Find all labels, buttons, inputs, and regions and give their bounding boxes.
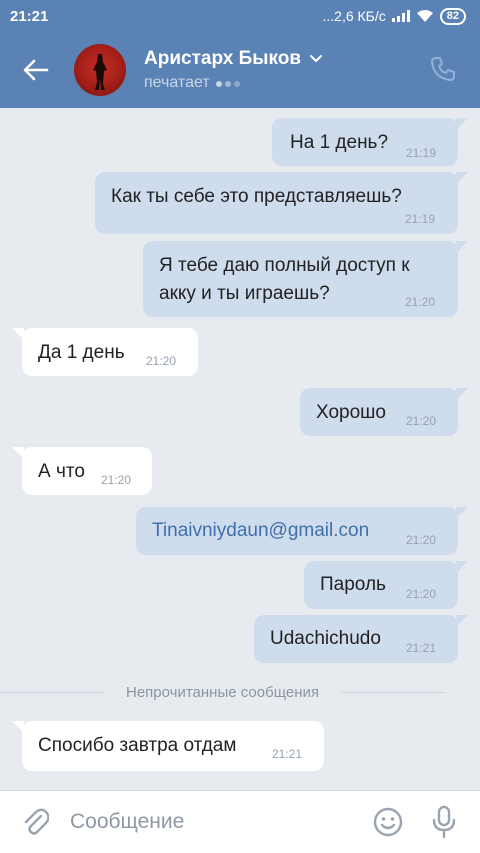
message-outgoing[interactable]: Я тебе даю полный доступ к акку и ты игр… [143, 241, 468, 317]
contact-name: Аристарх Быков [144, 48, 302, 69]
paperclip-icon [24, 808, 49, 835]
message-time: 21:20 [405, 295, 436, 309]
unread-divider: Непрочитанные сообщения [0, 680, 480, 704]
message-text-line2: акку и ты играешь? [159, 283, 330, 304]
avatar-figure-icon [93, 54, 107, 90]
typing-dots-icon [215, 74, 243, 92]
message-time: 21:20 [406, 587, 437, 601]
avatar[interactable] [74, 44, 126, 96]
divider-line [341, 691, 445, 693]
message-incoming[interactable]: Да 1 день 21:20 [12, 328, 198, 376]
back-button[interactable] [0, 32, 72, 108]
message-time: 21:20 [406, 414, 437, 428]
message-text: Спосибо завтра отдам [38, 735, 237, 756]
message-incoming[interactable]: А что 21:20 [12, 447, 152, 495]
message-text: А что [38, 461, 85, 482]
message-outgoing[interactable]: Как ты себе это представляешь? 21:19 [95, 172, 468, 234]
message-text: Хорошо [316, 402, 386, 423]
divider-line [0, 691, 104, 693]
message-time: 21:19 [405, 212, 436, 226]
message-time: 21:20 [101, 473, 132, 487]
message-time: 21:21 [272, 747, 303, 761]
message-time: 21:20 [146, 354, 177, 368]
chevron-down-icon [310, 55, 323, 63]
unread-divider-label: Непрочитанные сообщения [126, 683, 319, 701]
message-outgoing[interactable]: Хорошо 21:20 [300, 388, 468, 436]
emoji-button[interactable] [360, 791, 416, 853]
message-text: Udachichudo [270, 628, 381, 649]
message-text-line1: Я тебе даю полный доступ к [159, 255, 410, 276]
status-bar: 21:21 ...2,6 КБ/с 82 [0, 0, 480, 32]
message-time: 21:20 [406, 533, 437, 547]
message-input[interactable] [70, 810, 360, 834]
battery-icon: 82 [439, 7, 466, 25]
voice-button[interactable] [416, 791, 472, 853]
chat-header: Аристарх Быков печатает [0, 32, 480, 108]
message-text: Как ты себе это представляешь? [111, 186, 402, 207]
attach-button[interactable] [0, 791, 70, 853]
back-arrow-icon [23, 59, 49, 81]
message-time: 21:19 [406, 146, 437, 160]
email-link[interactable]: Tinaivniydaun@gmail.con [152, 520, 369, 542]
signal-icon [391, 10, 410, 22]
message-text: Да 1 день [38, 342, 125, 363]
message-incoming[interactable]: Спосибо завтра отдам 21:21 [12, 721, 324, 771]
microphone-icon [432, 805, 456, 839]
smile-icon [373, 807, 403, 837]
typing-status: печатает [144, 74, 323, 92]
contact-info[interactable]: Аристарх Быков печатает [144, 48, 323, 92]
wifi-icon [416, 9, 434, 23]
contact-name-row[interactable]: Аристарх Быков [144, 48, 323, 70]
call-button[interactable] [428, 54, 458, 84]
message-outgoing[interactable]: Udachichudo 21:21 [254, 615, 468, 663]
message-text: На 1 день? [290, 132, 389, 153]
typing-label: печатает [144, 74, 210, 91]
network-speed: ...2,6 КБ/с [322, 8, 386, 24]
top-bar: 21:21 ...2,6 КБ/с 82 Аристарх Быков печа… [0, 0, 480, 108]
message-text: Пароль [320, 574, 386, 595]
phone-icon [431, 57, 455, 81]
message-composer [0, 790, 480, 853]
status-indicators: ...2,6 КБ/с 82 [322, 7, 466, 25]
message-outgoing[interactable]: На 1 день? 21:19 [272, 118, 468, 166]
message-outgoing[interactable]: Пароль 21:20 [304, 561, 468, 609]
status-time: 21:21 [10, 7, 49, 25]
message-outgoing[interactable]: Tinaivniydaun@gmail.con 21:20 [136, 507, 468, 555]
message-time: 21:21 [406, 641, 437, 655]
